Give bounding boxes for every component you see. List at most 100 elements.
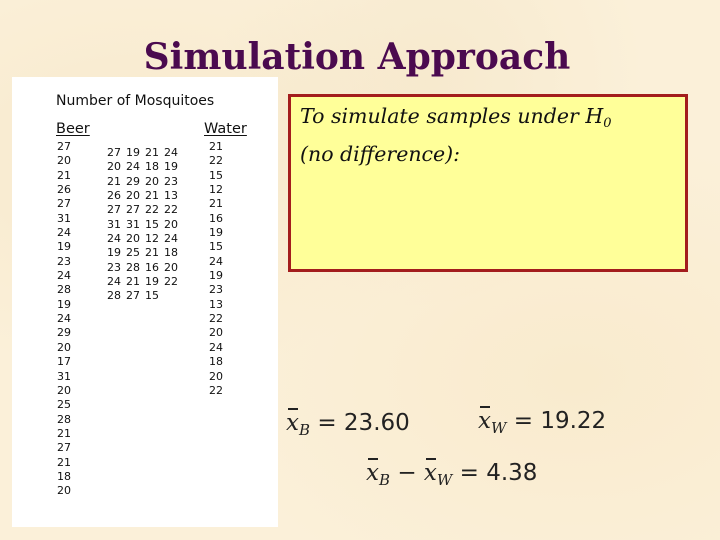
value-cell: 23 [57,254,71,268]
grid-cell: 18 [164,246,178,260]
value-cell: 18 [209,355,223,369]
grid-cell: 27 [107,146,121,159]
grid-row: 20 24 18 19 [107,160,183,174]
grid-cell: 28 [126,260,140,274]
value-cell: 21 [57,455,71,469]
equals-sign: = [317,410,337,436]
overbar [425,458,436,460]
grid-cell: 19 [107,246,121,260]
grid-cell: 20 [164,217,178,231]
difference-value: 4.38 [486,460,538,486]
overbar [288,408,298,410]
mean-beer-value: 23.60 [343,410,410,436]
grid-cell: 27 [126,203,140,217]
grid-row: 21 29 20 23 [107,175,183,189]
value-cell: 27 [57,197,71,211]
value-cell: 26 [57,183,71,197]
grid-cell: 21 [145,246,159,260]
grid-cell: 27 [126,289,140,303]
hypothesis-line-2: (no difference): [300,142,461,166]
grid-cell: 15 [145,217,159,231]
value-cell: 25 [57,398,71,412]
grid-cell: 20 [145,174,159,188]
grid-cell: 22 [164,275,178,289]
water-column-header: Water [204,121,247,137]
overbar [480,406,490,408]
value-cell: 22 [209,312,223,326]
grid-row: 27 27 22 22 [107,203,183,217]
value-cell: 17 [57,355,71,369]
grid-row: 23 28 16 20 [107,261,183,275]
x-bar-symbol: x [423,458,437,486]
grid-cell: 22 [164,203,178,217]
equals-sign: = [513,408,533,434]
value-cell: 31 [57,211,71,225]
x-bar-symbol: x [478,406,491,434]
grid-cell: 24 [107,275,121,289]
grid-row: 31 31 15 20 [107,218,183,232]
grid-cell: 21 [145,189,159,203]
grid-cell: 20 [164,260,178,274]
value-cell: 29 [57,326,71,340]
grid-cell: 24 [126,160,140,174]
value-cell: 27 [57,441,71,455]
water-subscript: W [490,419,507,437]
grid-cell: 31 [126,217,140,231]
grid-cell: 26 [107,189,121,203]
value-cell: 15 [209,168,223,182]
equals-sign: = [459,460,479,486]
value-cell: 24 [209,340,223,354]
value-cell: 21 [57,426,71,440]
beer-subscript: B [298,421,311,439]
grid-row: 27 19 21 24 [107,146,183,160]
grid-row: 24 21 19 22 [107,275,183,289]
data-table-panel: Number of Mosquitoes Beer Water 27 20 21 26… [12,77,278,527]
mean-beer-formula: xB = 23.60 [286,408,410,439]
mean-water-formula: xW = 19.22 [478,406,607,437]
value-cell: 15 [209,240,223,254]
grid-cell: 21 [107,174,121,188]
grid-cell: 20 [126,189,140,203]
grid-cell: 28 [107,289,121,303]
beer-column-header: Beer [56,121,90,137]
panel-heading: Number of Mosquitoes [56,93,215,109]
grid-cell: 19 [145,275,159,289]
grid-cell: 15 [145,289,159,303]
hypothesis-text: To simulate samples under H0 (no differe… [300,101,680,170]
value-cell: 20 [209,326,223,340]
mean-water-value: 19.22 [540,408,607,434]
grid-cell: 16 [145,260,159,274]
grid-cell: 18 [145,160,159,174]
grid-cell: 21 [145,146,159,159]
beer-values-column: 27 20 21 26 27 31 24 19 23 24 28 19 24 29 20 17 31 20 25 28… [57,140,71,499]
value-cell: 20 [57,154,71,168]
value-cell: 27 [57,140,71,153]
slide-title: Simulation Approach [143,36,571,78]
value-cell: 22 [209,154,223,168]
x-bar-symbol: x [286,408,299,436]
combined-values-grid: 27 19 21 24 20 24 18 19 21 29 20 23 26 20 21 13 27 27 22 22… [107,146,183,304]
water-values-column: 21 22 15 12 21 16 19 15 24 19 23 13 22 20 24 18 20 22 [209,140,223,398]
grid-cell: 25 [126,246,140,260]
hypothesis-line-1: To simulate samples under H [300,104,604,128]
grid-row: 24 20 12 24 [107,232,183,246]
value-cell: 28 [57,412,71,426]
value-cell: 13 [209,297,223,311]
minus-sign: − [397,460,417,486]
grid-cell: 20 [107,160,121,174]
hypothesis-box: To simulate samples under H0 (no differe… [288,94,688,272]
grid-cell: 31 [107,217,121,231]
value-cell: 24 [57,269,71,283]
value-cell: 24 [209,254,223,268]
value-cell: 19 [209,269,223,283]
value-cell: 31 [57,369,71,383]
value-cell: 16 [209,211,223,225]
beer-subscript: B [378,471,391,489]
overbar [368,458,378,460]
grid-cell: 24 [164,146,178,159]
value-cell: 19 [57,240,71,254]
value-cell: 20 [209,369,223,383]
value-cell: 24 [57,226,71,240]
grid-cell: 27 [107,203,121,217]
value-cell: 22 [209,383,223,397]
